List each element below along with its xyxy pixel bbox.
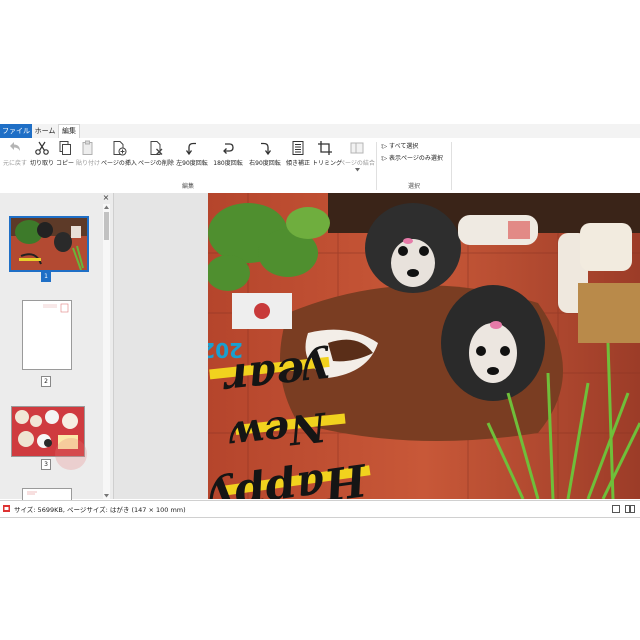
select-group-label: 選択 [408, 183, 421, 190]
chevron-down-icon [354, 168, 360, 172]
rotate-left-icon [185, 142, 196, 156]
crop-button[interactable]: トリミング [312, 140, 343, 174]
scissors-icon [35, 141, 49, 155]
select-visible-label: 表示ページのみ選択 [389, 155, 443, 162]
crop-icon [318, 141, 332, 155]
delete-page-icon [150, 141, 163, 155]
undo-button[interactable]: 元に戻す [1, 140, 29, 174]
page-number-1: 1 [41, 271, 51, 282]
thumbnail-image-4 [27, 491, 37, 495]
insert-page-label: ページの挿入 [101, 160, 137, 167]
page-number-2: 2 [41, 376, 51, 387]
page-number-3: 3 [41, 459, 51, 470]
page-image[interactable]: Happy New year 2021 [208, 193, 640, 499]
select-all-label: すべて選択 [389, 143, 419, 150]
insert-page-icon [113, 141, 127, 156]
copy-label: コピー [55, 160, 74, 167]
status-bar: サイズ: 5699KB, ページサイズ: はがき (147 × 100 mm) [0, 500, 640, 518]
paste-label: 貼り付け [76, 160, 101, 167]
rotate-180-button[interactable]: 180度回転 [211, 140, 245, 174]
rotate-right-label: 右90度回転 [249, 160, 281, 167]
thumbnail-scrollbar[interactable] [103, 204, 110, 499]
select-all-icon: ⫶▷ [381, 143, 388, 150]
page-thumbnail-4[interactable] [22, 488, 72, 500]
scroll-up-icon[interactable] [103, 204, 110, 210]
rotate-right-button[interactable]: 右90度回転 [247, 140, 283, 174]
scrollbar-thumb[interactable] [104, 212, 109, 240]
group-separator [451, 142, 452, 190]
deskew-icon [292, 141, 304, 155]
single-page-view-icon[interactable] [612, 505, 620, 513]
undo-icon [10, 142, 20, 151]
rotate-left-label: 左90度回転 [176, 160, 208, 167]
paste-button[interactable]: 貼り付け [76, 140, 100, 174]
group-separator [376, 142, 377, 190]
thumbnail-panel: × 1 2 3 [0, 193, 114, 500]
page-thumbnail-2[interactable] [22, 300, 72, 370]
thumbnail-image-1 [11, 218, 87, 271]
pdf-icon [3, 505, 10, 512]
thumbnail-image-2 [43, 303, 69, 313]
tab-edit[interactable]: 編集 [58, 124, 80, 138]
postcard-photo: Happy New year 2021 [208, 193, 640, 499]
merge-pages-label: ページの結合 [339, 160, 375, 167]
two-page-view-icon[interactable] [625, 505, 635, 513]
merge-pages-icon [350, 142, 364, 154]
tab-home[interactable]: ホーム [32, 124, 58, 138]
delete-page-button[interactable]: ページの削除 [138, 140, 174, 174]
paste-icon [82, 140, 93, 155]
ribbon: 元に戻す 切り取り コピー 貼り付け ページの挿入 ページの削除 左90度回転 … [0, 138, 640, 194]
tab-file[interactable]: ファイル [0, 124, 32, 138]
edit-group-label: 編集 [182, 183, 195, 190]
deskew-button[interactable]: 傾き補正 [284, 140, 312, 174]
status-text: サイズ: 5699KB, ページサイズ: はがき (147 × 100 mm) [14, 506, 186, 514]
greeting-year: 2021 [208, 338, 243, 362]
crop-label: トリミング [312, 160, 343, 167]
rotate-left-button[interactable]: 左90度回転 [175, 140, 209, 174]
rotate-180-icon [223, 143, 234, 154]
cursor-highlight [55, 438, 87, 470]
page-thumbnail-1[interactable] [9, 216, 89, 272]
select-visible-icon: ⫶▷ [381, 155, 388, 162]
deskew-label: 傾き補正 [285, 160, 310, 167]
select-all-button[interactable]: ⫶▷ すべて選択 [381, 141, 418, 151]
undo-label: 元に戻す [2, 160, 27, 167]
cut-label: 切り取り [29, 160, 54, 167]
scroll-down-icon[interactable] [103, 493, 110, 499]
close-icon[interactable]: × [102, 194, 110, 202]
rotate-right-icon [261, 142, 272, 156]
merge-pages-button[interactable]: ページの結合 [339, 140, 375, 174]
copy-button[interactable]: コピー [55, 140, 75, 174]
copy-icon [59, 141, 71, 155]
rotate-180-label: 180度回転 [213, 160, 243, 167]
cut-button[interactable]: 切り取り [29, 140, 55, 174]
select-visible-button[interactable]: ⫶▷ 表示ページのみ選択 [381, 153, 443, 163]
delete-page-label: ページの削除 [138, 160, 174, 167]
insert-page-button[interactable]: ページの挿入 [101, 140, 137, 174]
ribbon-tab-bar: ファイル ホーム 編集 [0, 124, 640, 138]
